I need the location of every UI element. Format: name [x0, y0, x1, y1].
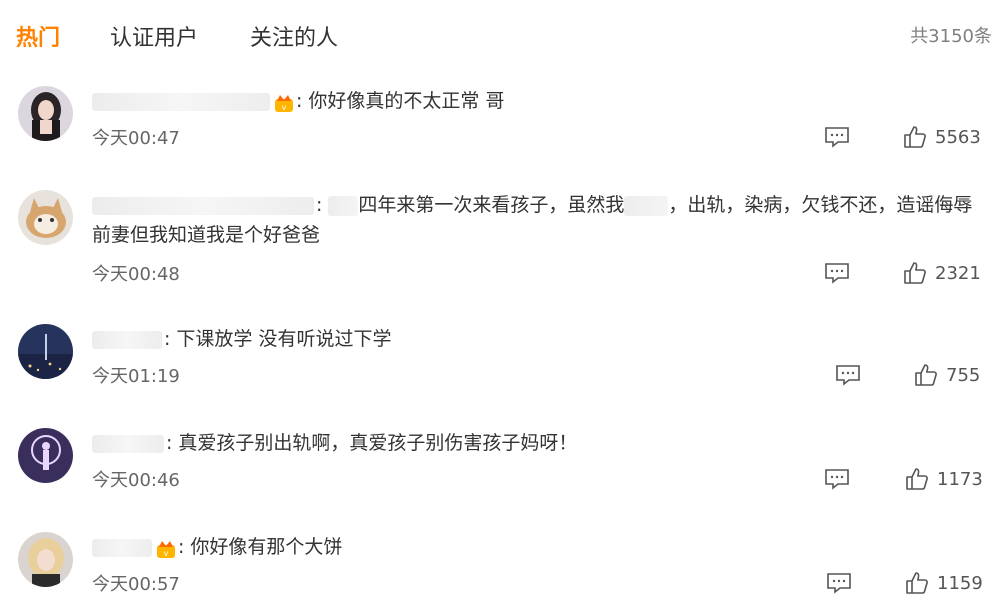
blurred-text [328, 195, 359, 216]
like-count: 1173 [937, 469, 983, 490]
thumbs-up-icon[interactable] [903, 261, 927, 287]
comment-line: : 下课放学 没有听说过下学 [92, 324, 990, 354]
avatar[interactable] [18, 324, 73, 379]
comment-bubble-icon[interactable] [824, 262, 850, 284]
colon: : [296, 90, 303, 112]
colon: : [178, 536, 185, 558]
tab-hot[interactable]: 热门 [16, 20, 60, 52]
like-count: 2321 [935, 263, 981, 284]
colon: : [316, 194, 323, 216]
tab-verified-users[interactable]: 认证用户 [110, 20, 198, 52]
username-blurred[interactable] [92, 434, 164, 453]
vip-crown-icon: v [156, 538, 176, 558]
avatar[interactable] [18, 190, 73, 245]
thumbs-up-icon[interactable] [903, 125, 927, 151]
comment-bubble-icon[interactable] [826, 572, 852, 594]
thumbs-up-icon[interactable] [905, 467, 929, 493]
like-count: 1159 [937, 573, 983, 594]
comment-time: 今天00:46 [92, 470, 180, 491]
comment-text: 四年来第一次来看孩子，虽然我 [358, 194, 625, 216]
vip-crown-icon: v [274, 92, 294, 112]
colon: : [164, 328, 171, 350]
username-blurred[interactable] [92, 330, 162, 349]
comment-line: : 四年来第一次来看孩子，虽然我 ，出轨，染病，欠钱不还，造谣侮辱前妻但我知道我是个… [92, 190, 990, 250]
comment-time: 今天00:48 [92, 264, 180, 285]
comment-time: 今天01:19 [92, 366, 180, 387]
thumbs-up-icon[interactable] [905, 571, 929, 597]
comment-text-cont: 前妻但我知道我是个好爸爸 [92, 224, 321, 246]
comment-text-mid: ，出轨，染病，欠钱不还，造谣侮辱 [668, 194, 973, 216]
like-count: 755 [946, 365, 981, 386]
like-count: 5563 [935, 127, 981, 148]
comment-line: v: 你好像真的不太正常 哥 [92, 86, 990, 116]
comment-bubble-icon[interactable] [824, 468, 850, 490]
username-blurred[interactable] [92, 538, 152, 557]
avatar[interactable] [18, 532, 73, 587]
comment-bubble-icon[interactable] [835, 364, 861, 386]
svg-text:v: v [282, 103, 287, 112]
svg-text:v: v [164, 549, 169, 558]
comment-total-count: 共3150条 [910, 26, 992, 47]
username-blurred[interactable] [92, 92, 270, 111]
comment-time: 今天00:57 [92, 574, 180, 595]
comment-time: 今天00:47 [92, 128, 180, 149]
comment-bubble-icon[interactable] [824, 126, 850, 148]
thumbs-up-icon[interactable] [914, 363, 938, 389]
username-blurred[interactable] [92, 196, 314, 215]
comment-text: 你好像有那个大饼 [190, 536, 343, 558]
comment-text: 真爱孩子别出轨啊，真爱孩子别伤害孩子妈呀！ [178, 432, 578, 454]
avatar[interactable] [18, 86, 73, 141]
avatar[interactable] [18, 428, 73, 483]
tab-following[interactable]: 关注的人 [250, 20, 338, 52]
comment-text: 你好像真的不太正常 哥 [308, 90, 505, 112]
blurred-text [624, 195, 669, 216]
colon: : [166, 432, 173, 454]
comment-line: : 真爱孩子别出轨啊，真爱孩子别伤害孩子妈呀！ [92, 428, 990, 458]
comment-line: v: 你好像有那个大饼 [92, 532, 990, 562]
comment-tabs: 热门 认证用户 关注的人 共3150条 [0, 0, 1000, 66]
comment-text: 下课放学 没有听说过下学 [176, 328, 392, 350]
